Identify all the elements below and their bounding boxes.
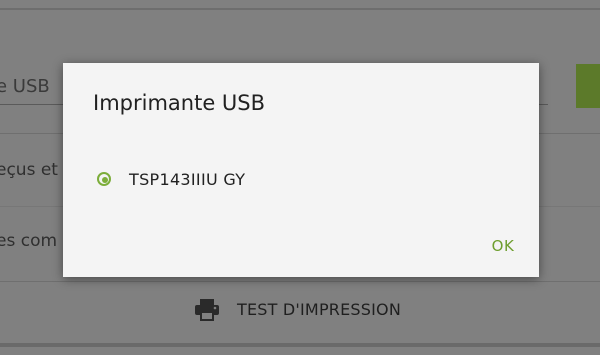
background-action-button xyxy=(576,64,600,108)
printer-option-tsp143iiiu-gy[interactable]: TSP143IIIU GY xyxy=(97,163,357,195)
ok-button[interactable]: OK xyxy=(475,231,531,261)
printer-icon xyxy=(195,299,219,321)
bottom-divider xyxy=(0,343,600,347)
dialog-title: Imprimante USB xyxy=(93,91,266,115)
top-divider xyxy=(0,8,600,10)
radio-button-selected-icon[interactable] xyxy=(97,172,111,186)
printer-option-label: TSP143IIIU GY xyxy=(129,169,246,189)
test-print-label: TEST D'IMPRESSION xyxy=(237,300,402,319)
usb-printer-field-text: e USB xyxy=(0,76,50,97)
commands-row-label: es com xyxy=(0,231,58,251)
radio-dot xyxy=(102,177,108,183)
usb-printer-dialog: Imprimante USB TSP143IIIU GY OK xyxy=(63,63,539,277)
receipts-row-label: eçus et xyxy=(0,160,58,180)
